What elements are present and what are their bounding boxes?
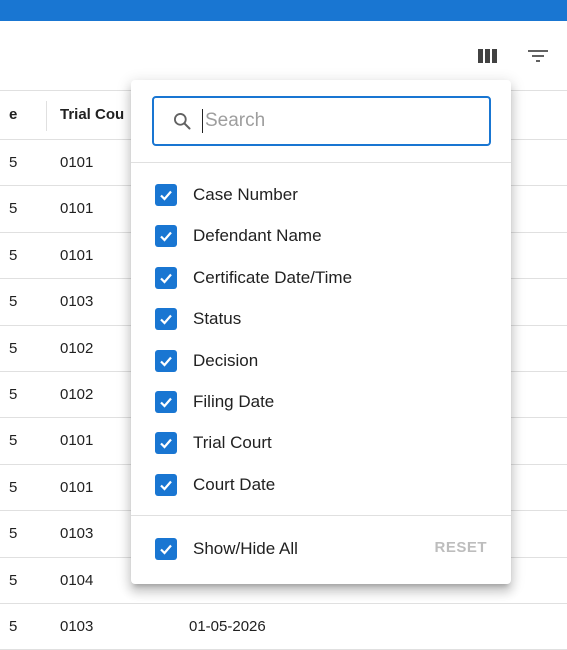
checkbox-checked-icon[interactable]: [155, 308, 177, 331]
table-cell: 0101: [60, 154, 94, 171]
column-header[interactable]: e: [9, 91, 17, 139]
table-cell: 0101: [60, 478, 94, 496]
checkbox-checked-icon[interactable]: [155, 349, 177, 372]
filter-list-icon: [528, 50, 548, 62]
table-cell: 5: [9, 571, 18, 589]
table-cell: 5: [9, 432, 18, 450]
columns-button[interactable]: [476, 44, 500, 68]
table-cell: 5: [9, 386, 18, 403]
table-cell: 0103: [60, 618, 94, 635]
column-header-trial-court[interactable]: Trial Cou: [60, 91, 132, 139]
column-toggle-label: Filing Date: [193, 392, 275, 411]
checkbox-checked-icon[interactable]: [155, 538, 177, 560]
show-hide-all-toggle[interactable]: Show/Hide All: [155, 536, 298, 562]
table-cell: 5: [9, 200, 18, 218]
column-toggle-status[interactable]: Status: [155, 306, 241, 332]
column-toggle-label: Status: [193, 309, 242, 329]
table-cell: 5: [9, 154, 18, 171]
table-cell: 0103: [60, 525, 94, 543]
table-cell: 0101: [60, 432, 94, 450]
column-toggle-court-date[interactable]: Court Date: [155, 472, 275, 498]
table-row[interactable]: 5 0103 01-05-2026: [0, 604, 567, 650]
table-cell: 0102: [60, 386, 94, 403]
column-toggle-certificate-date-time[interactable]: Certificate Date/Time: [155, 265, 352, 291]
table-cell: 5: [9, 293, 18, 311]
column-toggle-label: Decision: [193, 350, 259, 370]
table-cell: 5: [9, 339, 18, 357]
reset-button[interactable]: RESET: [434, 539, 487, 556]
column-toggle-defendant-name[interactable]: Defendant Name: [155, 223, 322, 249]
table-cell: 5: [9, 246, 18, 264]
checkbox-checked-icon[interactable]: [155, 391, 177, 413]
table-cell: 0101: [60, 200, 94, 218]
column-toggle-label: Certificate Date/Time: [193, 267, 353, 287]
column-toggle-label: Trial Court: [193, 433, 272, 453]
checkbox-checked-icon[interactable]: [155, 225, 177, 248]
table-cell: 0103: [60, 293, 94, 311]
filter-button[interactable]: [526, 44, 550, 68]
checkbox-checked-icon[interactable]: [155, 184, 177, 206]
checkbox-checked-icon[interactable]: [155, 266, 177, 289]
table-cell: 0104: [60, 571, 94, 589]
columns-panel: Case Number Defendant Name Certificate Dat…: [131, 80, 511, 584]
table-cell: 01-05-2026: [189, 618, 266, 635]
search-icon: [174, 113, 191, 130]
column-toggle-decision[interactable]: Decision: [155, 348, 258, 374]
table-cell: 5: [9, 618, 18, 635]
divider: [131, 162, 511, 163]
column-toggle-label: Court Date: [193, 474, 276, 494]
table-cell: 5: [9, 478, 18, 496]
table-cell: 0102: [60, 339, 94, 357]
show-hide-all-label: Show/Hide All: [193, 539, 298, 558]
divider: [131, 515, 511, 516]
table-cell: 5: [9, 525, 18, 543]
app-header-bar: [0, 0, 567, 21]
column-separator[interactable]: [46, 101, 47, 131]
column-toggle-filing-date[interactable]: Filing Date: [155, 389, 274, 415]
column-toggle-label: Case Number: [193, 185, 298, 204]
table-cell: 0101: [60, 246, 94, 264]
column-search-field[interactable]: [152, 96, 491, 146]
checkbox-checked-icon[interactable]: [155, 473, 177, 496]
column-toggle-label: Defendant Name: [193, 226, 322, 246]
column-toggle-case-number[interactable]: Case Number: [155, 182, 298, 208]
search-input[interactable]: [202, 109, 457, 133]
view-column-icon: [478, 49, 497, 63]
checkbox-checked-icon[interactable]: [155, 432, 177, 455]
column-toggle-trial-court[interactable]: Trial Court: [155, 430, 272, 456]
